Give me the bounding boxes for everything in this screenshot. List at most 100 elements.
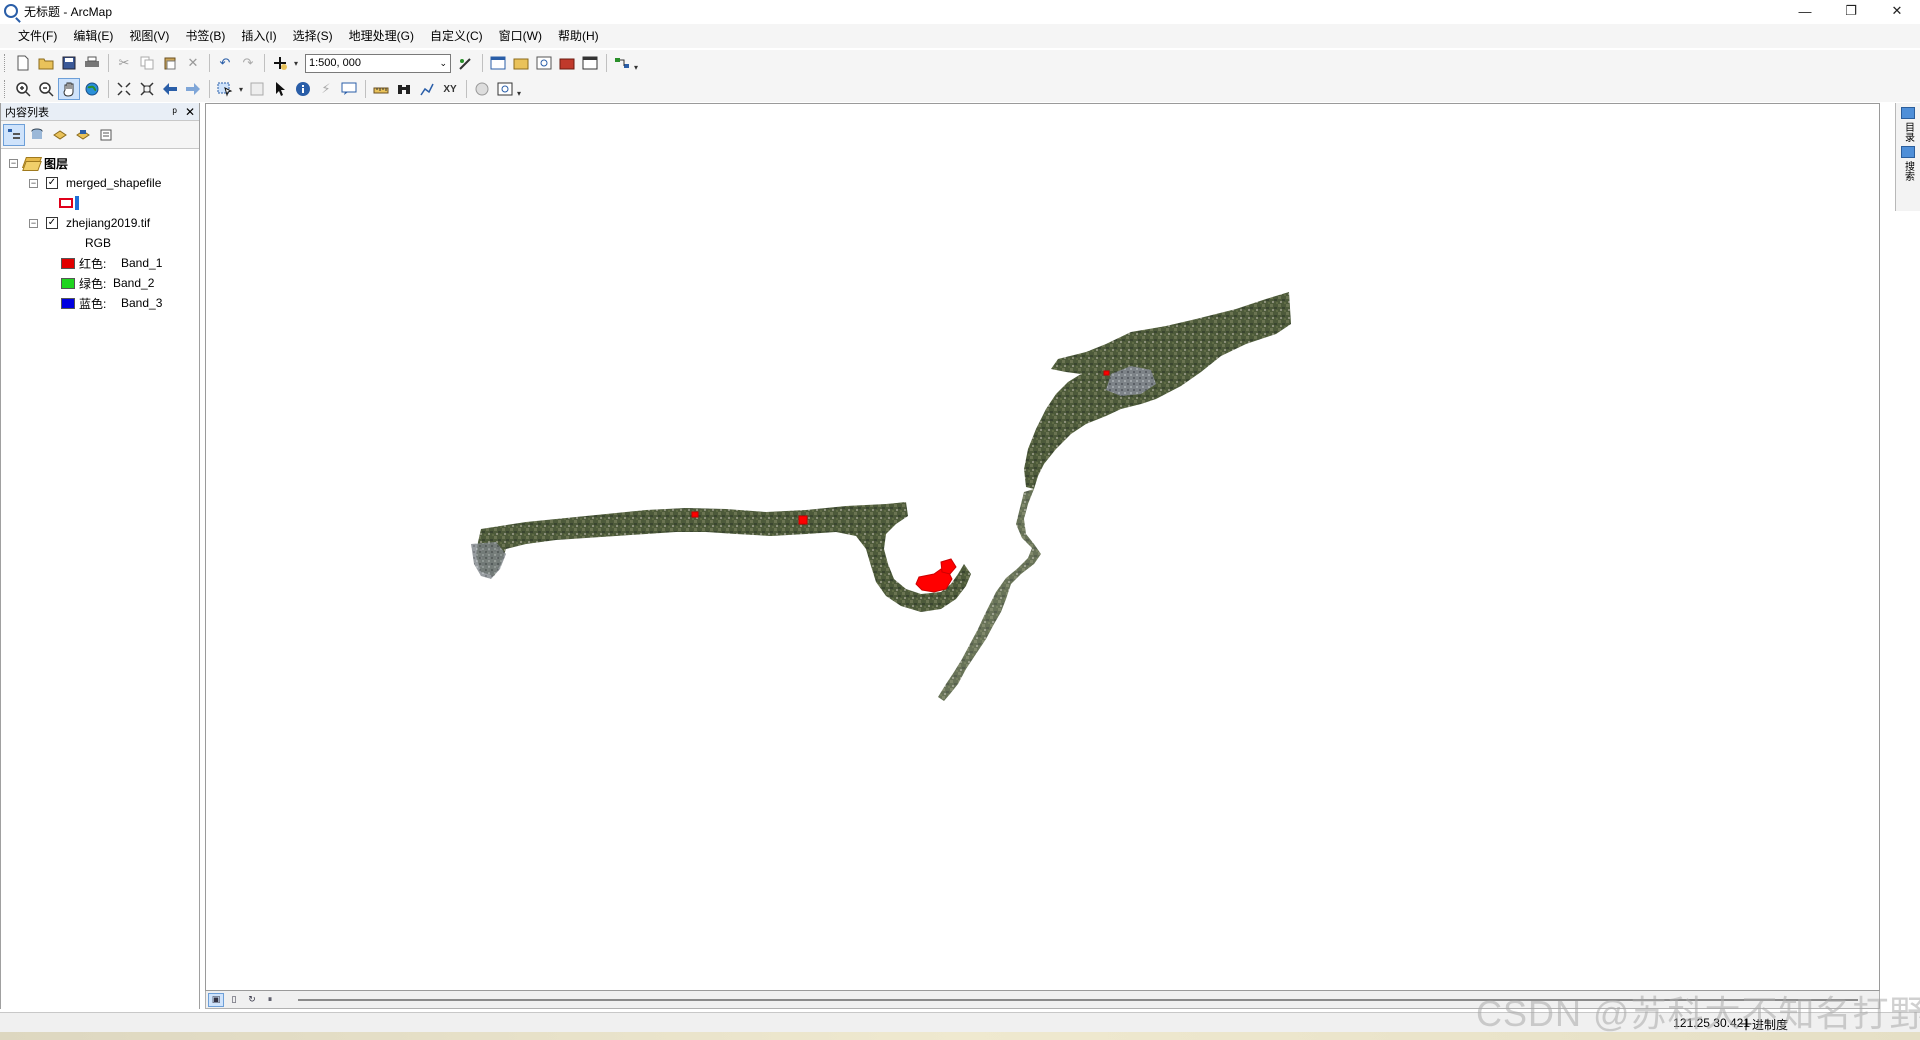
save-icon[interactable] [58, 52, 80, 74]
layer-row-merged-shapefile[interactable]: − ✓ merged_shapefile [1, 173, 199, 193]
menu-view[interactable]: 视图(V) [121, 26, 177, 46]
table-of-contents-window-icon[interactable] [487, 52, 509, 74]
toc-close-icon[interactable]: ✕ [185, 105, 195, 119]
band-color-swatch-blue[interactable] [61, 297, 75, 309]
polygon-symbol-icon[interactable] [59, 198, 73, 208]
map-canvas[interactable] [206, 104, 1880, 991]
html-popup-icon[interactable] [338, 78, 360, 100]
layer-visibility-checkbox[interactable]: ✓ [46, 177, 58, 189]
shapefile-polygon[interactable] [1103, 370, 1110, 376]
toolbar-separator [209, 80, 210, 98]
go-to-xy-icon[interactable]: XY [439, 78, 461, 100]
add-data-icon[interactable] [269, 52, 291, 74]
pause-drawing-icon[interactable]: ⏸ [262, 993, 278, 1007]
shapefile-polygon[interactable] [691, 511, 699, 518]
open-folder-icon[interactable] [35, 52, 57, 74]
menu-bar: 文件(F) 编辑(E) 视图(V) 书签(B) 插入(I) 选择(S) 地理处理… [0, 24, 1920, 48]
layer-visibility-checkbox[interactable]: ✓ [46, 217, 58, 229]
fixed-zoom-in-icon[interactable] [113, 78, 135, 100]
layout-view-icon[interactable]: ▯ [226, 993, 242, 1007]
layer-symbol-row[interactable] [1, 193, 199, 213]
toolbar-overflow-icon[interactable]: ▾ [517, 80, 525, 98]
print-icon[interactable] [81, 52, 103, 74]
pin-icon[interactable]: ᵖ [172, 105, 177, 119]
list-by-selection-icon[interactable] [72, 124, 94, 146]
menu-help[interactable]: 帮助(H) [550, 26, 607, 46]
toc-options-icon[interactable] [95, 124, 117, 146]
toolbar-separator [264, 54, 265, 72]
close-button[interactable]: ✕ [1874, 0, 1920, 22]
python-window-icon[interactable] [579, 52, 601, 74]
toolbar-grip[interactable] [4, 54, 8, 72]
band-color-swatch-green[interactable] [61, 277, 75, 289]
cut-icon[interactable]: ✂ [113, 52, 135, 74]
pan-hand-icon[interactable] [58, 78, 80, 100]
catalog-dock-tab[interactable]: 目录 [1898, 107, 1918, 142]
band-row-green[interactable]: 绿色: Band_2 [1, 273, 199, 293]
search-dock-tab[interactable]: 搜索 [1898, 146, 1918, 181]
undo-icon[interactable]: ↶ [214, 52, 236, 74]
layer-row-zhejiang2019[interactable]: − ✓ zhejiang2019.tif [1, 213, 199, 233]
band-row-red[interactable]: 红色: Band_1 [1, 253, 199, 273]
select-dropdown-icon[interactable]: ▾ [237, 78, 245, 100]
collapse-icon[interactable]: − [29, 218, 38, 228]
refresh-icon[interactable]: ↻ [244, 993, 260, 1007]
go-forward-arrow-icon[interactable] [182, 78, 204, 100]
identify-icon[interactable] [292, 78, 314, 100]
create-viewer-window-icon[interactable] [494, 78, 516, 100]
zoom-in-icon[interactable] [12, 78, 34, 100]
go-back-arrow-icon[interactable] [159, 78, 181, 100]
redo-icon[interactable]: ↷ [237, 52, 259, 74]
new-document-icon[interactable] [12, 52, 34, 74]
band-row-blue[interactable]: 蓝色: Band_3 [1, 293, 199, 313]
shapefile-polygon[interactable] [798, 515, 808, 525]
copy-icon[interactable] [136, 52, 158, 74]
model-builder-icon[interactable] [611, 52, 633, 74]
time-slider-icon[interactable] [471, 78, 493, 100]
catalog-window-icon[interactable] [510, 52, 532, 74]
list-by-source-icon[interactable] [26, 124, 48, 146]
restore-button[interactable]: ❐ [1828, 0, 1874, 22]
toolbar-separator [466, 80, 467, 98]
list-by-visibility-icon[interactable] [49, 124, 71, 146]
zoom-out-icon[interactable] [35, 78, 57, 100]
menu-bookmarks[interactable]: 书签(B) [177, 26, 233, 46]
clear-selection-icon[interactable] [246, 78, 268, 100]
find-route-icon[interactable] [416, 78, 438, 100]
paste-icon[interactable] [159, 52, 181, 74]
full-extent-globe-icon[interactable] [81, 78, 103, 100]
shapefile-polygon[interactable] [940, 558, 957, 575]
band-color-swatch-red[interactable] [61, 257, 75, 269]
window-title: 无标题 - ArcMap [24, 4, 113, 19]
search-window-icon[interactable] [533, 52, 555, 74]
toolbar-overflow-icon[interactable]: ▾ [634, 54, 642, 72]
menu-customize[interactable]: 自定义(C) [422, 26, 491, 46]
watermark-text: CSDN @苏科大不知名打野 [1476, 993, 1920, 1034]
map-scale-combobox[interactable]: 1:500, 000 ⌄ [305, 53, 451, 73]
layers-root-row[interactable]: − 图层 [1, 153, 199, 173]
collapse-icon[interactable]: − [29, 178, 38, 188]
menu-windows[interactable]: 窗口(W) [491, 26, 550, 46]
list-by-drawing-order-icon[interactable] [3, 123, 25, 146]
hyperlink-icon[interactable]: ⚡ [315, 78, 337, 100]
find-binoculars-icon[interactable] [393, 78, 415, 100]
editor-toolbar-icon[interactable] [455, 52, 477, 74]
merged-shapefile-polygons[interactable] [691, 370, 1110, 593]
menu-geoprocessing[interactable]: 地理处理(G) [341, 26, 422, 46]
collapse-icon[interactable]: − [9, 158, 18, 168]
select-elements-arrow-icon[interactable] [269, 78, 291, 100]
arctoolbox-window-icon[interactable] [556, 52, 578, 74]
delete-icon[interactable]: ✕ [182, 52, 204, 74]
map-display[interactable] [205, 103, 1880, 991]
measure-ruler-icon[interactable] [370, 78, 392, 100]
menu-file[interactable]: 文件(F) [10, 26, 65, 46]
select-features-icon[interactable] [214, 78, 236, 100]
fixed-zoom-out-icon[interactable] [136, 78, 158, 100]
add-data-dropdown-icon[interactable]: ▾ [292, 52, 300, 74]
menu-insert[interactable]: 插入(I) [233, 26, 284, 46]
toolbar-grip[interactable] [4, 80, 8, 98]
menu-edit[interactable]: 编辑(E) [65, 26, 121, 46]
menu-selection[interactable]: 选择(S) [285, 26, 341, 46]
data-view-icon[interactable]: ▣ [208, 992, 224, 1007]
minimize-button[interactable]: — [1782, 0, 1828, 22]
